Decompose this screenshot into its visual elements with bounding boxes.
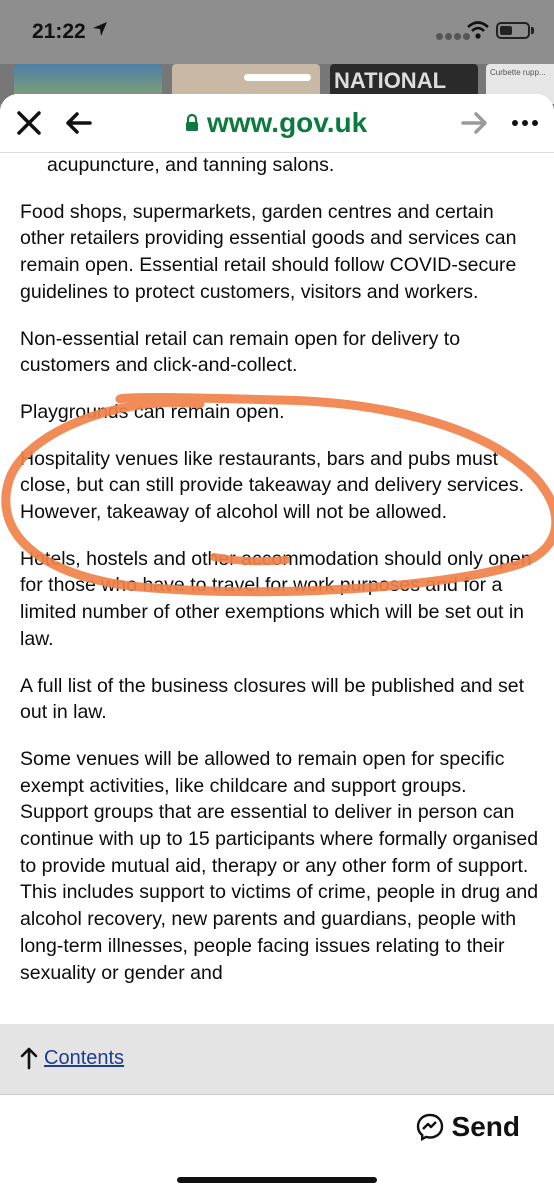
more-icon[interactable] (508, 106, 542, 140)
status-bar: 21:22 (0, 0, 554, 64)
location-arrow-icon (93, 22, 107, 36)
wifi-icon (467, 21, 489, 39)
address-bar[interactable]: www.gov.uk (185, 106, 367, 140)
back-arrow-icon[interactable] (62, 106, 96, 140)
battery-tip (531, 27, 534, 34)
paragraph-non-essential-retail: Non-essential retail can remain open for… (20, 327, 461, 377)
paragraph-business-closures: A full list of the business closures wil… (20, 674, 525, 724)
forward-arrow-icon[interactable] (457, 106, 491, 140)
browser-toolbar: www.gov.uk (0, 94, 554, 153)
paragraph-hotels: Hotels, hostels and other accommodation … (20, 547, 532, 650)
send-label: Send (451, 1111, 520, 1142)
article-body: acupuncture, and tanning salons. Food sh… (20, 152, 540, 1024)
paragraph-exempt-venues: Some venues will be allowed to remain op… (20, 747, 539, 984)
list-fragment: acupuncture, and tanning salons. (47, 154, 335, 176)
contents-bar: Contents (0, 1024, 554, 1094)
send-button[interactable]: Send (416, 1111, 520, 1143)
paragraph-playgrounds: Playgrounds can remain open. (20, 400, 285, 423)
share-bar: Send (0, 1094, 554, 1200)
home-indicator[interactable] (177, 1177, 377, 1183)
messenger-icon (416, 1113, 443, 1141)
contents-link[interactable]: Contents (44, 1047, 124, 1070)
sheet-grabber[interactable] (244, 74, 311, 81)
browser-sheet: www.gov.uk acupuncture, and tanning salo… (0, 94, 554, 1200)
status-time: 21:22 (32, 20, 86, 43)
close-icon[interactable] (12, 106, 46, 140)
paragraph-essential-retail: Food shops, supermarkets, garden centres… (20, 200, 517, 303)
up-arrow-icon (20, 1047, 38, 1070)
lock-icon (186, 114, 198, 131)
battery-icon (496, 22, 530, 39)
url-text: www.gov.uk (207, 107, 368, 138)
paragraph-hospitality: Hospitality venues like restaurants, bar… (20, 447, 524, 524)
